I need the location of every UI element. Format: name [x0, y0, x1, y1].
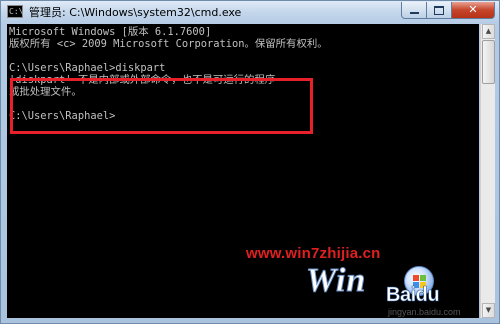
baidu-logo-part2: du	[415, 284, 440, 307]
highlight-annotation	[10, 78, 313, 134]
baidu-logo: Baidu	[386, 284, 440, 307]
cmd-icon[interactable]: C:\	[7, 5, 23, 18]
chevron-up-icon: ▲	[485, 27, 492, 35]
close-icon: ✕	[468, 3, 478, 16]
watermark-url: www.win7zhijia.cn	[246, 245, 381, 262]
flag-green	[420, 275, 426, 281]
minimize-button[interactable]	[401, 2, 427, 19]
cmd-icon-glyph: C:\	[9, 7, 24, 16]
console-line: C:\Users\Raphael>diskpart	[9, 62, 166, 74]
title-bar[interactable]: C:\ 管理员: C:\Windows\system32\cmd.exe ✕	[1, 1, 499, 23]
window-controls: ✕	[401, 2, 495, 20]
win7zhijia-logo: Win Baidu	[305, 262, 476, 307]
minimize-icon	[409, 12, 419, 14]
scroll-down-button[interactable]: ▼	[482, 303, 495, 318]
scrollbar-thumb[interactable]	[482, 40, 495, 84]
flag-red	[413, 275, 419, 281]
console-line: Microsoft Windows [版本 6.1.7600]	[9, 26, 212, 38]
baidu-logo-part1: Bai	[386, 284, 417, 307]
console-line: 版权所有 <c> 2009 Microsoft Corporation。保留所有…	[9, 38, 328, 50]
maximize-icon	[434, 5, 444, 15]
close-button[interactable]: ✕	[452, 2, 495, 19]
logo-text: Win	[305, 262, 367, 300]
maximize-button[interactable]	[427, 2, 452, 19]
baidu-jingyan-url: jingyan.baidu.com	[388, 307, 461, 317]
chevron-down-icon: ▼	[485, 306, 492, 314]
window-title: 管理员: C:\Windows\system32\cmd.exe	[29, 6, 242, 19]
scroll-up-button[interactable]: ▲	[482, 24, 495, 39]
vertical-scrollbar[interactable]: ▲ ▼	[480, 24, 495, 318]
